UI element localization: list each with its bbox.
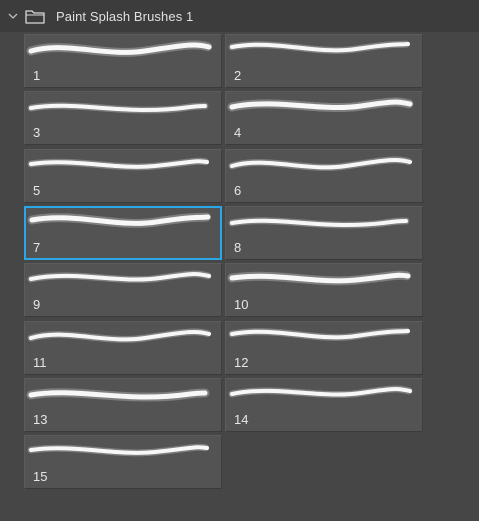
brush-stroke-preview	[228, 40, 412, 54]
chevron-down-icon[interactable]	[6, 9, 20, 23]
brush-stroke-preview	[27, 328, 213, 343]
brush-preset-number: 8	[234, 240, 242, 255]
brush-preset-number: 12	[234, 355, 249, 370]
brush-preset-3[interactable]: 3	[24, 91, 222, 145]
brush-preset-number: 15	[33, 469, 48, 484]
brush-group-title: Paint Splash Brushes 1	[56, 8, 194, 24]
brush-preset-number: 13	[33, 412, 48, 427]
brush-preset-7[interactable]: 7	[24, 206, 222, 260]
brush-stroke-preview	[228, 385, 414, 399]
brush-stroke-preview	[27, 212, 213, 228]
brush-preset-14[interactable]: 14	[225, 378, 423, 432]
brush-preset-number: 10	[234, 297, 249, 312]
brush-preset-8[interactable]: 8	[225, 206, 423, 260]
brush-preset-13[interactable]: 13	[24, 378, 222, 432]
brush-preset-number: 6	[234, 183, 242, 198]
brush-preset-15[interactable]: 15	[24, 435, 222, 489]
brush-preset-number: 14	[234, 412, 249, 427]
brush-panel: Paint Splash Brushes 1 1 2 3 4 5 6 7 8 9 10 11 12 13…	[0, 0, 479, 521]
brush-stroke-preview	[26, 388, 210, 402]
brush-stroke-preview	[227, 270, 413, 286]
brush-stroke-preview	[27, 443, 211, 457]
brush-stroke-preview	[27, 157, 211, 171]
brush-preset-11[interactable]: 11	[24, 321, 222, 375]
folder-icon	[24, 8, 46, 24]
brush-stroke-preview	[228, 327, 412, 341]
brush-stroke-preview	[27, 270, 213, 284]
brush-preset-number: 11	[33, 355, 47, 370]
brush-stroke-preview	[27, 102, 209, 114]
brush-stroke-preview	[228, 156, 414, 171]
brush-stroke-preview	[26, 40, 214, 57]
brush-preset-number: 2	[234, 68, 242, 83]
brush-preset-6[interactable]: 6	[225, 149, 423, 203]
brush-preset-10[interactable]: 10	[225, 263, 423, 317]
brush-preset-number: 9	[33, 297, 41, 312]
brush-preset-number: 5	[33, 183, 41, 198]
brush-preset-1[interactable]: 1	[24, 34, 222, 88]
brush-stroke-preview	[227, 97, 415, 113]
brush-preset-number: 1	[33, 68, 41, 83]
brush-preset-4[interactable]: 4	[225, 91, 423, 145]
brush-preset-number: 7	[33, 240, 41, 255]
brush-preset-number: 3	[33, 125, 41, 140]
brush-preset-5[interactable]: 5	[24, 149, 222, 203]
brush-preset-9[interactable]: 9	[24, 263, 222, 317]
brush-stroke-preview	[228, 217, 410, 229]
brush-preset-2[interactable]: 2	[225, 34, 423, 88]
brush-preset-number: 4	[234, 125, 242, 140]
brush-preset-12[interactable]: 12	[225, 321, 423, 375]
brush-group-header[interactable]: Paint Splash Brushes 1	[0, 0, 479, 32]
